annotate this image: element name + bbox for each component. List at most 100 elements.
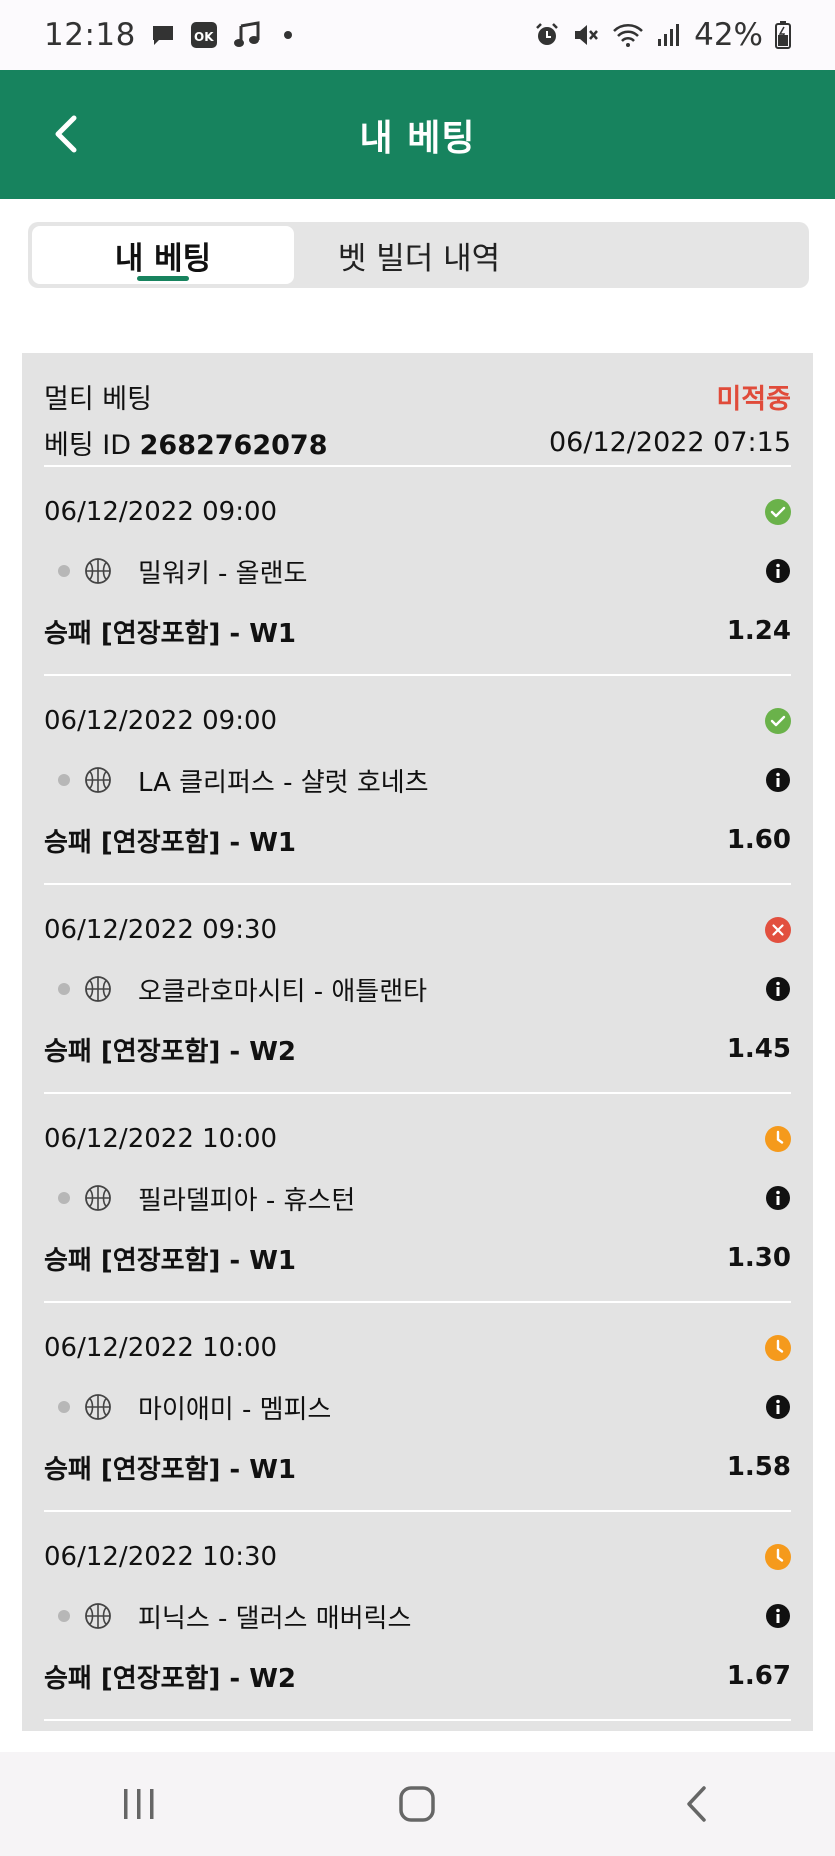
info-icon[interactable] xyxy=(765,976,791,1002)
bet-id: 베팅 ID 2682762078 xyxy=(44,423,328,462)
tab-label: 벳 빌더 내역 xyxy=(337,240,501,277)
market-name: 승패 [연장포함] - W1 xyxy=(44,1454,297,1485)
selection-datetime: 06/12/2022 10:30 xyxy=(44,1542,278,1572)
bullet-icon xyxy=(58,1401,70,1413)
selection-datetime: 06/12/2022 10:00 xyxy=(44,1124,278,1154)
selection-date-row: 06/12/2022 09:00 xyxy=(44,495,791,529)
bullet-icon xyxy=(58,774,70,786)
back-button[interactable] xyxy=(40,108,90,160)
basketball-icon xyxy=(84,975,112,1003)
chevron-left-icon xyxy=(55,115,77,153)
selection-datetime: 06/12/2022 09:30 xyxy=(44,915,278,945)
active-tab-indicator xyxy=(137,276,189,281)
mute-icon xyxy=(572,22,600,48)
info-icon[interactable] xyxy=(765,558,791,584)
selection-match-row: 밀워키 - 올랜도 xyxy=(44,553,791,589)
bet-card: 멀티 베팅 미적중 베팅 ID 2682762078 06/12/2022 07… xyxy=(22,353,813,1731)
selection-market-row: 승패 [연장포함] - W1 1.24 xyxy=(44,613,791,649)
basketball-icon xyxy=(84,1393,112,1421)
message-icon xyxy=(150,22,176,48)
status-left: 12:18 OK xyxy=(44,17,292,53)
odds-value: 1.30 xyxy=(726,1243,791,1273)
selection-match-row: 피닉스 - 댈러스 매버릭스 xyxy=(44,1598,791,1634)
match-name: 필라델피아 - 휴스턴 xyxy=(138,1185,356,1216)
info-icon[interactable] xyxy=(765,1394,791,1420)
selection-item: 06/12/2022 10:00 마이애미 - 멤피스 승패 [연장포함] - … xyxy=(44,1303,791,1512)
match-name: 피닉스 - 댈러스 매버릭스 xyxy=(138,1603,412,1634)
bet-id-value: 2682762078 xyxy=(139,429,328,461)
tab-my-bets[interactable]: 내 베팅 xyxy=(32,226,294,284)
bet-type-row: 멀티 베팅 미적중 xyxy=(44,373,791,419)
market-name: 승패 [연장포함] - W2 xyxy=(44,1663,297,1694)
match-name: 밀워키 - 올랜도 xyxy=(138,558,308,589)
selection-item: 06/12/2022 09:30 오클라호마시티 - 애틀랜타 승패 [연장포함… xyxy=(44,885,791,1094)
selection-datetime: 06/12/2022 09:00 xyxy=(44,706,278,736)
selection-market-row: 승패 [연장포함] - W2 1.67 xyxy=(44,1658,791,1694)
bullet-icon xyxy=(58,565,70,577)
lost-x-icon xyxy=(765,917,791,943)
bet-card-header: 멀티 베팅 미적중 베팅 ID 2682762078 06/12/2022 07… xyxy=(44,353,791,467)
selection-datetime: 06/12/2022 09:00 xyxy=(44,497,278,527)
chevron-left-icon xyxy=(687,1786,706,1822)
svg-text:OK: OK xyxy=(194,30,214,44)
selection-market-row: 승패 [연장포함] - W1 1.30 xyxy=(44,1240,791,1276)
app-header: 내 베팅 xyxy=(0,70,835,199)
odds-value: 1.58 xyxy=(726,1452,791,1482)
selection-match-row: LA 클리퍼스 - 샬럿 호네츠 xyxy=(44,762,791,798)
market-name: 승패 [연장포함] - W2 xyxy=(44,1036,297,1067)
selection-match-row: 필라델피아 - 휴스턴 xyxy=(44,1180,791,1216)
bet-id-row: 베팅 ID 2682762078 06/12/2022 07:15 xyxy=(44,419,791,465)
tab-bet-builder-history[interactable]: 벳 빌더 내역 xyxy=(294,226,544,284)
battery-level: 42% xyxy=(694,17,763,53)
status-bar: 12:18 OK 42% xyxy=(0,0,835,70)
market-name: 승패 [연장포함] - W1 xyxy=(44,618,297,649)
status-right: 42% xyxy=(534,17,791,53)
selection-date-row: 06/12/2022 10:30 xyxy=(44,1540,791,1574)
divider xyxy=(44,1719,791,1721)
pending-clock-icon xyxy=(765,1544,791,1570)
music-icon xyxy=(232,21,262,49)
won-check-icon xyxy=(765,708,791,734)
selection-date-row: 06/12/2022 10:00 xyxy=(44,1122,791,1156)
selection-date-row: 06/12/2022 09:00 xyxy=(44,704,791,738)
selection-market-row: 승패 [연장포함] - W1 1.58 xyxy=(44,1449,791,1485)
tab-bar: 내 베팅 벳 빌더 내역 xyxy=(28,222,809,288)
odds-value: 1.67 xyxy=(726,1661,791,1691)
pending-clock-icon xyxy=(765,1335,791,1361)
selection-datetime: 06/12/2022 10:00 xyxy=(44,1333,278,1363)
alarm-icon xyxy=(534,22,560,48)
wifi-icon xyxy=(612,22,644,48)
selection-match-row: 오클라호마시티 - 애틀랜타 xyxy=(44,971,791,1007)
ok-app-icon: OK xyxy=(190,21,218,49)
selection-list: 06/12/2022 09:00 밀워키 - 올랜도 승패 [연장포함] - W… xyxy=(44,467,791,1721)
won-check-icon xyxy=(765,499,791,525)
bullet-icon xyxy=(58,1192,70,1204)
basketball-icon xyxy=(84,766,112,794)
basketball-icon xyxy=(84,1602,112,1630)
system-back-button[interactable] xyxy=(656,1764,736,1844)
signal-icon xyxy=(656,22,682,48)
info-icon[interactable] xyxy=(765,1603,791,1629)
info-icon[interactable] xyxy=(765,1185,791,1211)
home-button[interactable] xyxy=(377,1764,457,1844)
odds-value: 1.24 xyxy=(726,616,791,646)
bet-status-badge: 미적중 xyxy=(716,383,791,415)
bet-placed-at: 06/12/2022 07:15 xyxy=(548,426,791,458)
selection-market-row: 승패 [연장포함] - W2 1.45 xyxy=(44,1031,791,1067)
market-name: 승패 [연장포함] - W1 xyxy=(44,827,297,858)
system-nav-bar xyxy=(0,1752,835,1856)
selection-item: 06/12/2022 10:00 필라델피아 - 휴스턴 승패 [연장포함] -… xyxy=(44,1094,791,1303)
recent-apps-button[interactable] xyxy=(99,1764,179,1844)
selection-date-row: 06/12/2022 09:30 xyxy=(44,913,791,947)
selection-item: 06/12/2022 10:30 피닉스 - 댈러스 매버릭스 승패 [연장포함… xyxy=(44,1512,791,1721)
market-name: 승패 [연장포함] - W1 xyxy=(44,1245,297,1276)
selection-item: 06/12/2022 09:00 밀워키 - 올랜도 승패 [연장포함] - W… xyxy=(44,467,791,676)
bullet-icon xyxy=(58,983,70,995)
match-name: 오클라호마시티 - 애틀랜타 xyxy=(138,976,428,1007)
battery-charging-icon xyxy=(775,21,791,49)
info-icon[interactable] xyxy=(765,767,791,793)
basketball-icon xyxy=(84,557,112,585)
match-name: LA 클리퍼스 - 샬럿 호네츠 xyxy=(138,767,429,798)
bet-id-label: 베팅 ID xyxy=(44,429,132,461)
basketball-icon xyxy=(84,1184,112,1212)
